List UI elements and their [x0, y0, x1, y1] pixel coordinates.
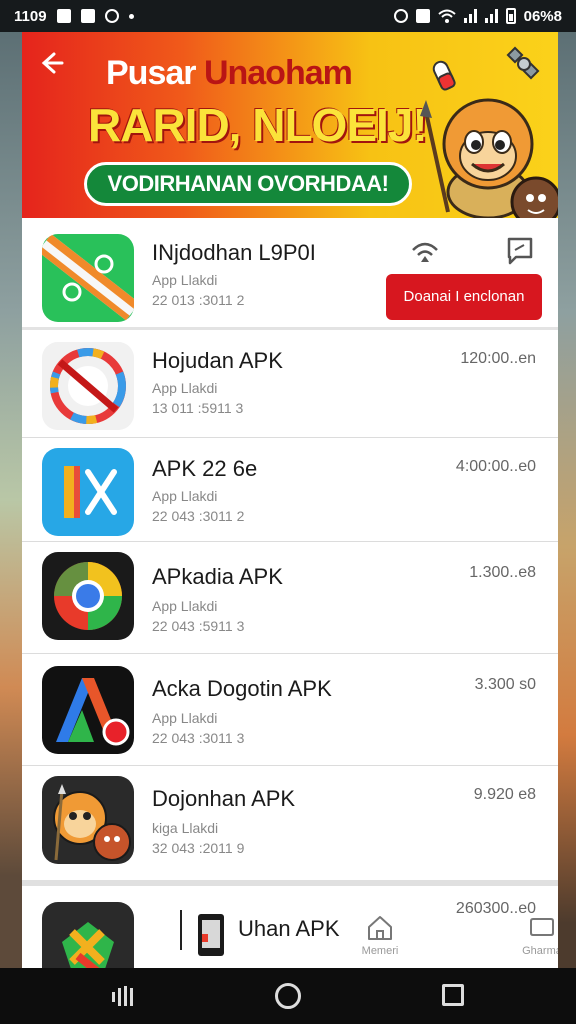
app-icon	[42, 552, 134, 640]
app-name: APK 22 6e	[152, 456, 258, 481]
battery-icon	[505, 8, 516, 24]
app-icon	[42, 666, 134, 754]
notification-icon	[80, 9, 95, 23]
app-size: 4:00:00..e0	[455, 458, 536, 475]
home-nav-button[interactable]	[275, 983, 301, 1009]
app-name: Acka Dogotin APK	[152, 676, 332, 701]
featured-app-name: INjdodhan L9P0I	[152, 240, 316, 265]
signal-icon	[463, 9, 477, 23]
wifi-icon	[437, 9, 456, 23]
featured-app-row[interactable]: INjdodhan L9P0I App Llakdi 22 013 :3011 …	[22, 218, 558, 330]
app-name: APkadia APK	[152, 564, 283, 589]
app-publisher: App Llakdi	[152, 598, 218, 614]
featured-app-date: 22 013 :3011 2	[152, 292, 245, 308]
back-arrow-icon[interactable]	[38, 50, 64, 84]
app-size: 9.920 e8	[473, 786, 536, 803]
app-publisher: App Llakdi	[152, 488, 218, 504]
app-size: 1.300..e8	[469, 564, 536, 581]
app-publisher: App Llakdi	[152, 710, 218, 726]
app-icon	[42, 776, 134, 864]
banner-title: Pusar Unaoham	[106, 54, 353, 92]
text-cursor	[180, 910, 182, 950]
app-icon	[42, 342, 134, 430]
banner-cta-pill[interactable]: VODIRHANAN OVORHDAA!	[84, 162, 412, 206]
overlay-toolbar: Uhan APK Memeri Gharma	[172, 906, 558, 968]
app-name: Uhan APK	[238, 916, 340, 941]
app-date: 22 043 :3011 3	[152, 730, 245, 746]
phone-icon[interactable]	[196, 912, 226, 958]
chat-icon	[530, 918, 554, 936]
featured-app-publisher: App Llakdi	[152, 272, 218, 288]
app-date: 32 043 :2011 9	[152, 840, 245, 856]
signal-icon	[484, 9, 498, 23]
list-item[interactable]: APK 22 6e App Llakdi 22 043 :3011 2 4:00…	[22, 438, 558, 542]
app-publisher: App Llakdi	[152, 380, 218, 396]
notification-icon	[56, 9, 71, 23]
alarm-icon	[393, 9, 408, 23]
app-date: 22 043 :5911 3	[152, 618, 245, 634]
app-publisher: kiga Llakdi	[152, 820, 219, 836]
list-item[interactable]: Dojonhan APK kiga Llakdi 32 043 :2011 9 …	[22, 766, 558, 886]
app-date: 13 011 :5911 3	[152, 400, 244, 416]
notification-icon	[415, 9, 430, 23]
app-size: 3.300 s0	[474, 676, 536, 693]
home-button[interactable]: Memeri	[360, 914, 400, 957]
app-name: Dojonhan APK	[152, 786, 296, 811]
chat-button[interactable]: Gharma	[520, 914, 558, 957]
status-time: 1109	[14, 7, 47, 25]
mascot-illustration	[420, 60, 558, 218]
banner-headline: RARID, NLOEIJ!	[88, 99, 428, 151]
app-size: 120:00..en	[460, 350, 536, 367]
promo-banner[interactable]: Pusar Unaoham RARID, NLOEIJ! VODIRHANAN …	[22, 32, 558, 218]
app-icon	[42, 448, 134, 536]
app-name: Hojudan APK	[152, 348, 283, 373]
signal-icon[interactable]	[410, 238, 440, 266]
list-item[interactable]: Acka Dogotin APK App Llakdi 22 043 :3011…	[22, 654, 558, 766]
featured-app-icon	[42, 234, 134, 322]
app-list: INjdodhan L9P0I App Llakdi 22 013 :3011 …	[22, 218, 558, 968]
back-nav-button[interactable]	[442, 984, 464, 1006]
system-nav-bar	[0, 968, 576, 1024]
recent-apps-icon[interactable]	[110, 984, 136, 1008]
battery-percent: 06%8	[523, 7, 562, 25]
more-dot-icon	[128, 13, 134, 19]
app-icon	[42, 902, 134, 968]
list-item[interactable]: Hojudan APK App Llakdi 13 011 :5911 3 12…	[22, 330, 558, 438]
download-button[interactable]: Doanai I enclonan	[386, 274, 542, 320]
home-icon	[368, 916, 392, 940]
status-bar: 1109 06%8	[0, 0, 576, 32]
message-icon[interactable]	[506, 236, 534, 266]
nav-label: Memeri	[361, 945, 399, 957]
app-date: 22 043 :3011 2	[152, 508, 245, 524]
sync-icon	[104, 9, 119, 23]
list-item[interactable]: APkadia APK App Llakdi 22 043 :5911 3 1.…	[22, 542, 558, 654]
nav-label: Gharma	[522, 945, 558, 957]
